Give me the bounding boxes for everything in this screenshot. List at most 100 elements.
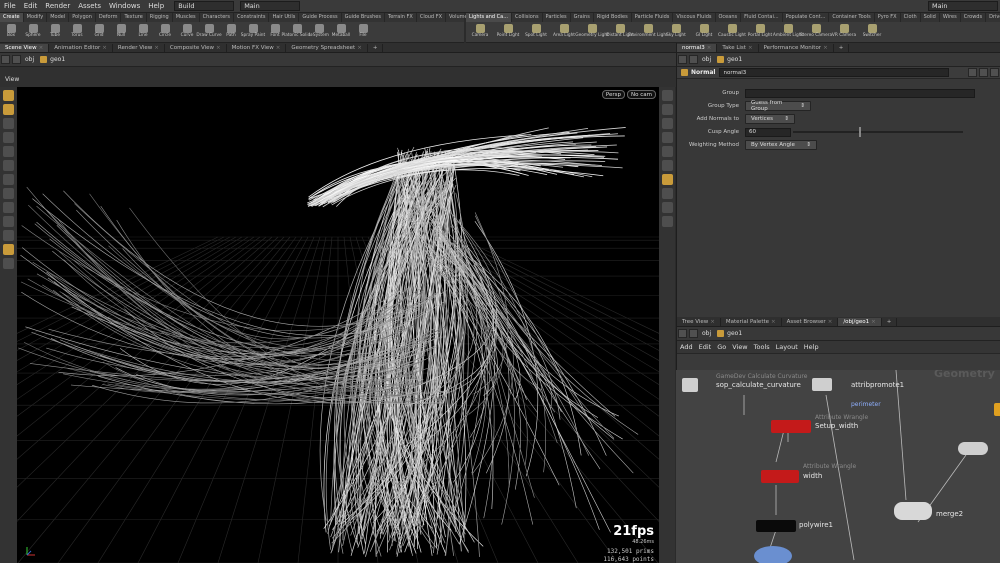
parm-path-obj[interactable]: obj [702, 56, 711, 63]
close-icon[interactable]: × [771, 319, 776, 325]
tab-motion-fx-view[interactable]: Motion FX View × [227, 44, 287, 52]
pose-tool-icon[interactable] [3, 132, 14, 143]
back-button[interactable] [1, 55, 10, 64]
shelf-tab-cloud-fx[interactable]: Cloud FX [417, 13, 447, 22]
shelf-tab-model[interactable]: Model [47, 13, 70, 22]
menu-windows[interactable]: Windows [105, 2, 144, 10]
output-node[interactable] [754, 546, 792, 563]
offscreen-node-orange[interactable] [994, 403, 1000, 416]
add-tab-icon[interactable]: + [882, 318, 898, 326]
parm-forward-button[interactable] [689, 55, 698, 64]
shelf-tab-wires[interactable]: Wires [940, 13, 961, 22]
net-path-obj[interactable]: obj [702, 330, 711, 337]
close-icon[interactable]: × [748, 45, 753, 51]
tab-normal3[interactable]: normal3 × [677, 44, 718, 52]
setup-width-node[interactable] [771, 420, 811, 433]
viewport-3d[interactable]: Persp No cam 21fps 48.26ms 132,501 prims… [17, 87, 659, 563]
lighting-icon[interactable] [661, 132, 673, 143]
tool-sky-light[interactable]: Sky Light [662, 22, 690, 42]
background-icon[interactable] [661, 216, 673, 227]
viewer-path-geo[interactable]: geo1 [40, 56, 65, 63]
menu-edit[interactable]: Edit [20, 2, 42, 10]
tool-area-light[interactable]: Area Light [550, 22, 578, 42]
shelf-tab-polygon[interactable]: Polygon [69, 13, 96, 22]
tab-take-list[interactable]: Take List × [717, 44, 759, 52]
offscreen-node[interactable] [958, 442, 988, 455]
shelf-tab-modify[interactable]: Modify [24, 13, 48, 22]
camera-icon[interactable] [661, 202, 673, 213]
ghost-icon[interactable] [661, 174, 673, 185]
tool-line[interactable]: Line [132, 22, 154, 42]
close-icon[interactable]: × [39, 45, 44, 51]
polywire-node[interactable] [756, 520, 796, 532]
add-tab-icon[interactable]: + [834, 44, 850, 52]
tab-animation-editor[interactable]: Animation Editor × [49, 44, 113, 52]
shelf-tab-populate-cont[interactable]: Populate Cont... [783, 13, 830, 22]
net-back-button[interactable] [678, 329, 687, 338]
shelf-tab-characters[interactable]: Characters [200, 13, 234, 22]
tool-vr-camera[interactable]: VR Camera [830, 22, 858, 42]
transform-tool-icon[interactable] [3, 104, 14, 115]
net-menu-edit[interactable]: Edit [696, 343, 715, 351]
handle-tool-icon[interactable] [3, 118, 14, 129]
brush-tool-icon[interactable] [3, 258, 14, 269]
tool-spray-paint[interactable]: Spray Paint [241, 22, 265, 42]
shelf-tab-create[interactable]: Create [0, 13, 24, 22]
tool-environment-light[interactable]: Environment Light [628, 22, 668, 42]
tool-draw-curve[interactable]: Draw Curve [196, 22, 222, 42]
display-options-icon[interactable] [661, 90, 673, 101]
rotate-tool-icon[interactable] [3, 174, 14, 185]
tool-gi-light[interactable]: GI Light [690, 22, 718, 42]
shelf-tab-constraints[interactable]: Constraints [234, 13, 270, 22]
tool-box[interactable]: Box [0, 22, 22, 42]
tool-camera[interactable]: Camera [466, 22, 494, 42]
close-icon[interactable]: × [154, 45, 159, 51]
tab-geometry-spreadsheet[interactable]: Geometry Spreadsheet × [286, 44, 368, 52]
forward-button[interactable] [12, 55, 21, 64]
tab-material-palette[interactable]: Material Palette × [721, 318, 782, 326]
move-tool-icon[interactable] [3, 188, 14, 199]
view-tool-icon[interactable] [3, 146, 14, 157]
menu-help[interactable]: Help [144, 2, 168, 10]
tab-tree-view[interactable]: Tree View × [677, 318, 721, 326]
close-icon[interactable]: × [871, 319, 876, 325]
width-wrangle-node[interactable] [761, 470, 799, 483]
shelf-tab-muscles[interactable]: Muscles [173, 13, 200, 22]
cusp-angle-slider-handle[interactable] [859, 127, 861, 137]
tool-point-light[interactable]: Point Light [494, 22, 522, 42]
close-icon[interactable]: × [823, 45, 828, 51]
tool-tube[interactable]: Tube [44, 22, 66, 42]
menu-file[interactable]: File [0, 2, 20, 10]
tab-asset-browser[interactable]: Asset Browser × [782, 318, 839, 326]
camera-menu[interactable]: No cam [627, 90, 656, 99]
gear-icon[interactable] [968, 68, 977, 77]
shelf-tab-cloth[interactable]: Cloth [901, 13, 921, 22]
close-icon[interactable]: × [276, 45, 281, 51]
shelf-tab-viscous-fluids[interactable]: Viscous Fluids [673, 13, 716, 22]
shelf-tab-hair-utils[interactable]: Hair Utils [269, 13, 300, 22]
close-icon[interactable]: × [102, 45, 107, 51]
parm-path-geo[interactable]: geo1 [717, 56, 742, 63]
shelf-tab-deform[interactable]: Deform [96, 13, 122, 22]
shelf-tab-texture[interactable]: Texture [121, 13, 147, 22]
shelf-tab-rigid-bodies[interactable]: Rigid Bodies [594, 13, 632, 22]
net-menu-add[interactable]: Add [677, 343, 696, 351]
magnet-icon[interactable] [3, 230, 14, 241]
shelf-tab-collisions[interactable]: Collisions [512, 13, 543, 22]
shelf-tab-particle-fluids[interactable]: Particle Fluids [632, 13, 674, 22]
tool-portal-light[interactable]: Portal Light [746, 22, 774, 42]
viewer-path-obj[interactable]: obj [25, 56, 34, 63]
desktop-dropdown[interactable]: Build [174, 1, 235, 11]
scale-tool-icon[interactable] [3, 160, 14, 171]
close-icon[interactable]: × [357, 45, 362, 51]
attribpromote-node[interactable] [812, 378, 832, 391]
merge-node[interactable] [894, 502, 932, 520]
close-icon[interactable]: × [710, 319, 715, 325]
shelf-tab-solid[interactable]: Solid [921, 13, 940, 22]
shelf-tab-container-tools[interactable]: Container Tools [829, 13, 875, 22]
desktop2-dropdown[interactable]: Main [240, 1, 301, 11]
point-display-icon[interactable] [661, 146, 673, 157]
tool-file[interactable]: File [352, 22, 374, 42]
tool-caustic-light[interactable]: Caustic Light [718, 22, 746, 42]
shelf-tab-crowds[interactable]: Crowds [961, 13, 987, 22]
